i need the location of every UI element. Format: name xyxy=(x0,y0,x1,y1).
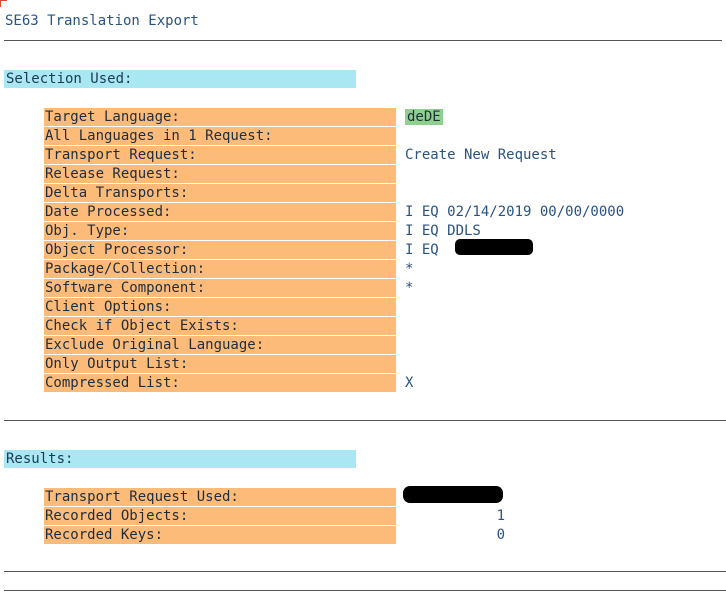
label-obj-type: Obj. Type: xyxy=(44,222,396,240)
value-transport-request: Create New Request xyxy=(405,147,557,163)
value-package-collection: * xyxy=(405,261,414,277)
label-release-request: Release Request: xyxy=(44,165,396,183)
label-package-collection: Package/Collection: xyxy=(44,260,396,278)
page-title: SE63 Translation Export xyxy=(5,13,199,29)
value-recorded-keys: 0 xyxy=(496,527,505,543)
redaction-mark xyxy=(403,486,503,503)
divider xyxy=(4,40,722,41)
label-delta-transports: Delta Transports: xyxy=(44,184,396,202)
divider xyxy=(4,420,726,421)
label-exclude-original-language: Exclude Original Language: xyxy=(44,336,396,354)
divider xyxy=(4,590,726,591)
label-compressed-list: Compressed List: xyxy=(44,374,396,392)
label-object-processor: Object Processor: xyxy=(44,241,396,259)
label-date-processed: Date Processed: xyxy=(44,203,396,221)
value-obj-type: I EQ DDLS xyxy=(405,223,481,239)
label-only-output-list: Only Output List: xyxy=(44,355,396,373)
label-recorded-keys: Recorded Keys: xyxy=(44,526,396,544)
label-recorded-objects: Recorded Objects: xyxy=(44,507,396,525)
label-all-languages: All Languages in 1 Request: xyxy=(44,127,396,145)
redaction-mark xyxy=(455,239,533,255)
label-client-options: Client Options: xyxy=(44,298,396,316)
value-compressed-list: X xyxy=(405,375,414,391)
value-recorded-objects: 1 xyxy=(496,508,505,524)
value-target-language: deDE xyxy=(405,108,443,126)
value-software-component: * xyxy=(405,280,414,296)
label-target-language: Target Language: xyxy=(44,108,396,126)
value-object-processor: I EQ xyxy=(405,242,439,258)
results-heading: Results: xyxy=(4,450,356,468)
label-software-component: Software Component: xyxy=(44,279,396,297)
selection-heading: Selection Used: xyxy=(4,70,356,88)
label-transport-request-used: Transport Request Used: xyxy=(44,488,396,506)
language-badge: deDE xyxy=(405,109,443,125)
divider xyxy=(4,571,726,572)
value-date-processed: I EQ 02/14/2019 00/00/0000 xyxy=(405,204,625,220)
label-check-object-exists: Check if Object Exists: xyxy=(44,317,396,335)
label-transport-request: Transport Request: xyxy=(44,146,396,164)
window-corner xyxy=(0,0,7,7)
